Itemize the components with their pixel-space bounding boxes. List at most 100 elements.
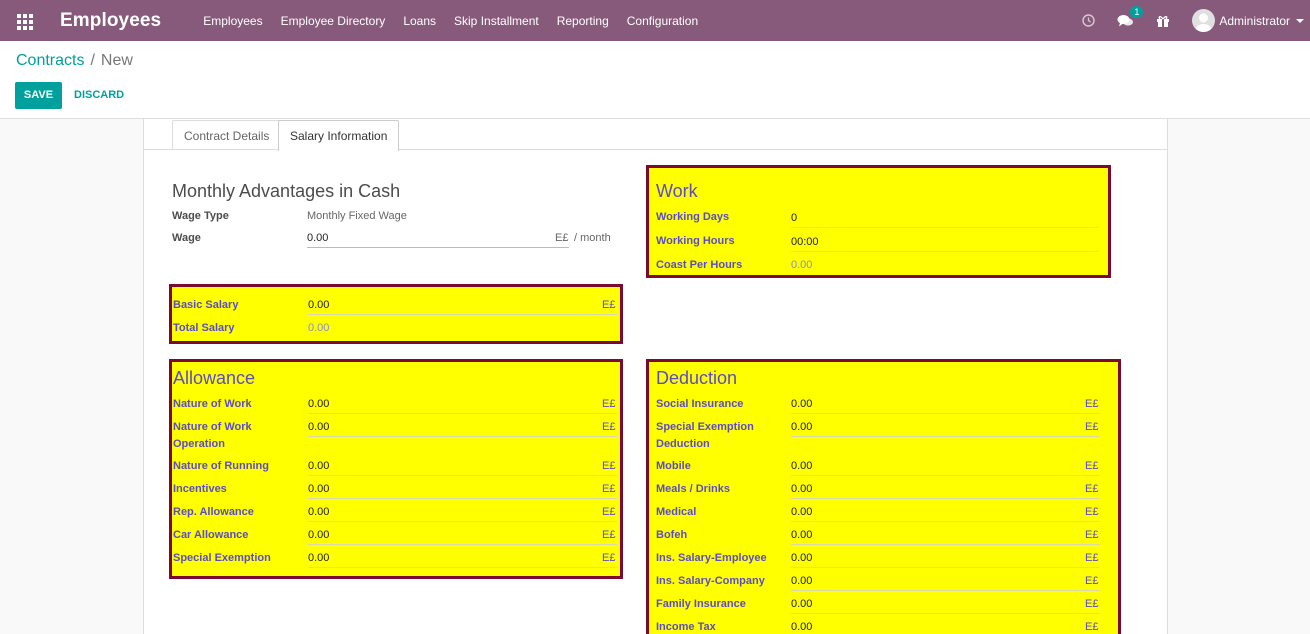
allowance-label: Nature of Work xyxy=(173,398,252,410)
menu-employee-directory[interactable]: Employee Directory xyxy=(281,14,386,28)
deduction-input[interactable]: 0.00 xyxy=(791,550,1100,568)
wage-type-label: Wage Type xyxy=(172,210,229,222)
allowance-input[interactable]: 0.00 xyxy=(308,396,617,414)
allowance-currency: E£ xyxy=(602,506,616,518)
breadcrumb-separator: / xyxy=(90,52,95,69)
app-title[interactable]: Employees xyxy=(60,10,161,32)
deduction-label: Income Tax xyxy=(656,621,716,633)
deduction-input[interactable]: 0.00 xyxy=(791,396,1100,414)
deduction-title: Deduction xyxy=(656,368,738,388)
salary-group: Basic Salary 0.00 E£ Total Salary 0.00 xyxy=(169,284,623,344)
allowance-title: Allowance xyxy=(173,368,256,388)
deduction-currency: E£ xyxy=(1085,575,1099,587)
allowance-currency: E£ xyxy=(602,483,616,495)
discard-button[interactable]: DISCARD xyxy=(74,82,124,109)
menu-configuration[interactable]: Configuration xyxy=(627,14,698,28)
deduction-input[interactable]: 0.00 xyxy=(791,458,1100,476)
messages-badge: 1 xyxy=(1130,5,1144,18)
deduction-label: Family Insurance xyxy=(656,598,746,610)
tab-contract-details[interactable]: Contract Details xyxy=(172,120,282,150)
allowance-input[interactable]: 0.00 xyxy=(308,550,617,568)
wage-input[interactable]: 0.00 xyxy=(307,230,569,248)
gift-icon[interactable] xyxy=(1156,14,1170,28)
deduction-currency: E£ xyxy=(1085,460,1099,472)
top-navbar: Employees Employees Employee Directory L… xyxy=(0,0,1310,41)
wage-period: / month xyxy=(574,232,611,244)
deduction-input[interactable]: 0.00 xyxy=(791,419,1100,437)
allowance-currency: E£ xyxy=(602,398,616,410)
deduction-currency: E£ xyxy=(1085,398,1099,410)
allowance-label: Rep. Allowance xyxy=(173,506,254,518)
tab-salary-information[interactable]: Salary Information xyxy=(278,120,400,151)
allowance-label: Nature of Work Operation xyxy=(173,421,252,450)
deduction-currency: E£ xyxy=(1085,506,1099,518)
deduction-currency: E£ xyxy=(1085,621,1099,633)
deduction-currency: E£ xyxy=(1085,598,1099,610)
allowance-input[interactable]: 0.00 xyxy=(308,504,617,522)
deduction-input[interactable]: 0.00 xyxy=(791,573,1100,591)
allowance-input[interactable]: 0.00 xyxy=(308,458,617,476)
menu-employees[interactable]: Employees xyxy=(203,14,262,28)
user-name: Administrator xyxy=(1219,13,1290,28)
deduction-currency: E£ xyxy=(1085,529,1099,541)
allowance-input[interactable]: 0.00 xyxy=(308,527,617,545)
allowance-label: Nature of Running xyxy=(173,460,269,472)
menu-skip-installment[interactable]: Skip Installment xyxy=(454,14,539,28)
wage-currency: E£ xyxy=(555,232,569,244)
allowance-currency: E£ xyxy=(602,552,616,564)
working-days-input[interactable]: 0 xyxy=(791,210,1099,228)
save-button[interactable]: SAVE xyxy=(15,82,62,109)
allowance-currency: E£ xyxy=(602,460,616,472)
total-salary-value: 0.00 xyxy=(308,322,330,334)
allowance-currency: E£ xyxy=(602,529,616,541)
deduction-input[interactable]: 0.00 xyxy=(791,619,1100,634)
wage-type-value[interactable]: Monthly Fixed Wage xyxy=(307,208,407,224)
clock-icon[interactable] xyxy=(1082,14,1096,27)
working-hours-input[interactable]: 00:00 xyxy=(791,234,1099,252)
allowance-label: Incentives xyxy=(173,483,227,495)
work-group: Work Working Days 0 Working Hours 00:00 … xyxy=(646,165,1111,278)
deduction-label: Social Insurance xyxy=(656,398,744,410)
deduction-input[interactable]: 0.00 xyxy=(791,481,1100,499)
coast-per-hours-value: 0.00 xyxy=(791,259,813,271)
navbar-systray: 1 Administrator xyxy=(1082,0,1310,41)
work-title: Work xyxy=(656,181,698,201)
allowance-label: Car Allowance xyxy=(173,529,249,541)
messages-icon[interactable]: 1 xyxy=(1117,5,1144,28)
total-salary-label: Total Salary xyxy=(173,322,235,334)
breadcrumb: Contracts / New xyxy=(16,52,133,70)
basic-salary-label: Basic Salary xyxy=(173,299,239,311)
allowance-input[interactable]: 0.00 xyxy=(308,481,617,499)
working-days-label: Working Days xyxy=(656,211,730,223)
deduction-group: Deduction Social Insurance 0.00 E£ Speci… xyxy=(646,359,1121,634)
advantages-title: Monthly Advantages in Cash xyxy=(172,181,401,201)
working-hours-label: Working Hours xyxy=(656,235,735,247)
deduction-input[interactable]: 0.00 xyxy=(791,596,1100,614)
breadcrumb-contracts[interactable]: Contracts xyxy=(16,52,84,69)
allowance-input[interactable]: 0.00 xyxy=(308,419,617,437)
form-sheet: Contract Details Salary Information Mont… xyxy=(143,119,1168,634)
wage-label: Wage xyxy=(172,232,201,244)
allowance-label: Special Exemption xyxy=(173,552,271,564)
deduction-label: Ins. Salary-Employee xyxy=(656,552,767,564)
chevron-down-icon xyxy=(1296,18,1304,23)
deduction-label: Ins. Salary-Company xyxy=(656,575,765,587)
deduction-label: Mobile xyxy=(656,460,691,472)
breadcrumb-current: New xyxy=(100,52,133,69)
deduction-input[interactable]: 0.00 xyxy=(791,504,1100,522)
avatar xyxy=(1192,9,1216,32)
basic-salary-currency: E£ xyxy=(602,299,616,311)
basic-salary-input[interactable]: 0.00 xyxy=(308,297,617,315)
menu-reporting[interactable]: Reporting xyxy=(557,14,609,28)
deduction-label: Special Exemption Deduction xyxy=(656,421,754,450)
menu-loans[interactable]: Loans xyxy=(403,14,436,28)
deduction-currency: E£ xyxy=(1085,552,1099,564)
apps-grid-icon[interactable] xyxy=(17,13,33,30)
deduction-currency: E£ xyxy=(1085,483,1099,495)
coast-per-hours-label: Coast Per Hours xyxy=(656,259,743,271)
deduction-label: Meals / Drinks xyxy=(656,483,730,495)
deduction-input[interactable]: 0.00 xyxy=(791,527,1100,545)
deduction-label: Bofeh xyxy=(656,529,688,541)
user-menu[interactable]: Administrator xyxy=(1192,9,1304,32)
allowance-group: Allowance Nature of Work 0.00 E£ Nature … xyxy=(169,359,623,579)
